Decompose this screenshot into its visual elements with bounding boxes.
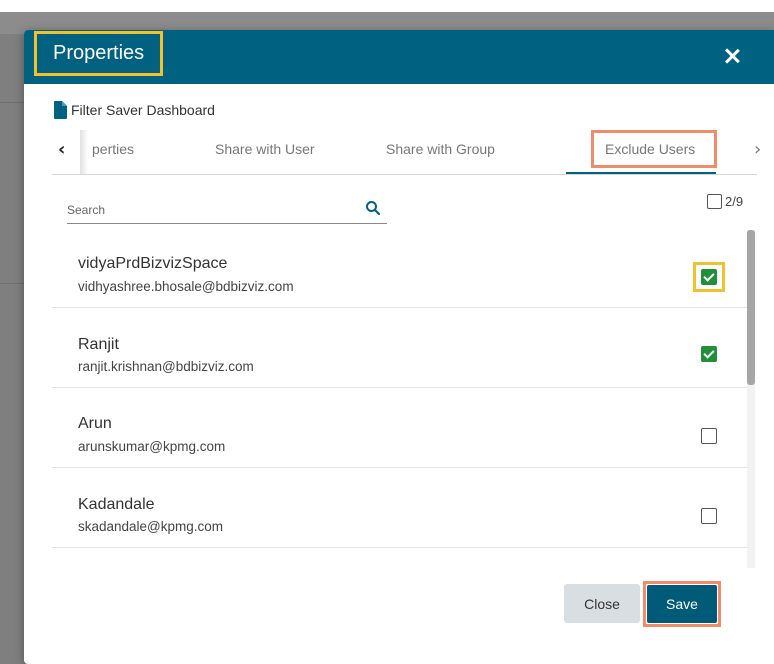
list-item[interactable]: Kadandale skadandale@kpmg.com bbox=[52, 468, 755, 548]
tab-exclude-users[interactable]: Exclude Users bbox=[605, 141, 695, 157]
exclude-checkbox[interactable] bbox=[701, 346, 717, 362]
search-input[interactable] bbox=[67, 200, 357, 220]
select-all-checkbox[interactable] bbox=[707, 194, 722, 209]
tab-scroll-shadow bbox=[80, 130, 88, 174]
user-email: ranjit.krishnan@bdbizviz.com bbox=[78, 359, 254, 374]
close-icon[interactable] bbox=[719, 44, 745, 70]
exclude-checkbox[interactable] bbox=[701, 508, 717, 524]
backdrop-divider bbox=[0, 283, 24, 284]
document-info: Filter Saver Dashboard bbox=[54, 100, 215, 120]
backdrop-top-strip bbox=[0, 0, 774, 12]
save-button[interactable]: Save bbox=[647, 585, 717, 623]
user-name: vidyaPrdBizvizSpace bbox=[78, 255, 228, 272]
search-icon[interactable] bbox=[365, 200, 381, 216]
active-tab-indicator bbox=[566, 172, 716, 174]
dialog-title: Properties bbox=[53, 42, 145, 64]
dialog-header: Properties bbox=[24, 30, 774, 84]
search-field bbox=[67, 196, 387, 224]
close-button[interactable]: Close bbox=[564, 584, 640, 623]
tab-next-icon[interactable]: › bbox=[754, 139, 761, 160]
list-item[interactable]: Ranjit ranjit.krishnan@bdbizviz.com bbox=[52, 308, 755, 388]
user-name: Arun bbox=[78, 415, 112, 432]
title-highlight: Properties bbox=[34, 31, 164, 76]
list-item[interactable]: Arun arunskumar@kpmg.com bbox=[52, 388, 755, 468]
select-all: 2/9 bbox=[707, 194, 743, 209]
tab-share-with-group[interactable]: Share with Group bbox=[386, 141, 495, 157]
user-email: arunskumar@kpmg.com bbox=[78, 439, 226, 454]
tab-bar: perties ‹ Share with User Share with Gro… bbox=[52, 130, 761, 175]
document-icon bbox=[54, 101, 67, 119]
user-name: Kadandale bbox=[78, 496, 155, 513]
tab-share-with-user[interactable]: Share with User bbox=[215, 141, 315, 157]
user-email: skadandale@kpmg.com bbox=[78, 519, 224, 534]
user-list: vidyaPrdBizvizSpace vidhyashree.bhosale@… bbox=[52, 228, 755, 558]
exclude-checkbox[interactable] bbox=[701, 428, 717, 444]
backdrop-divider bbox=[0, 102, 24, 103]
selected-count: 2/9 bbox=[725, 194, 744, 209]
tab-properties[interactable]: perties bbox=[92, 141, 134, 157]
scrollbar-thumb[interactable] bbox=[747, 230, 755, 385]
tab-prev-icon[interactable]: ‹ bbox=[58, 138, 74, 162]
exclude-checkbox[interactable] bbox=[701, 269, 717, 285]
properties-dialog: Properties Filter Saver Dashboard pertie… bbox=[24, 30, 774, 664]
user-name: Ranjit bbox=[78, 336, 119, 353]
list-item[interactable]: vidyaPrdBizvizSpace vidhyashree.bhosale@… bbox=[52, 228, 755, 308]
user-email: vidhyashree.bhosale@bdbizviz.com bbox=[78, 279, 294, 294]
document-name: Filter Saver Dashboard bbox=[71, 102, 215, 118]
